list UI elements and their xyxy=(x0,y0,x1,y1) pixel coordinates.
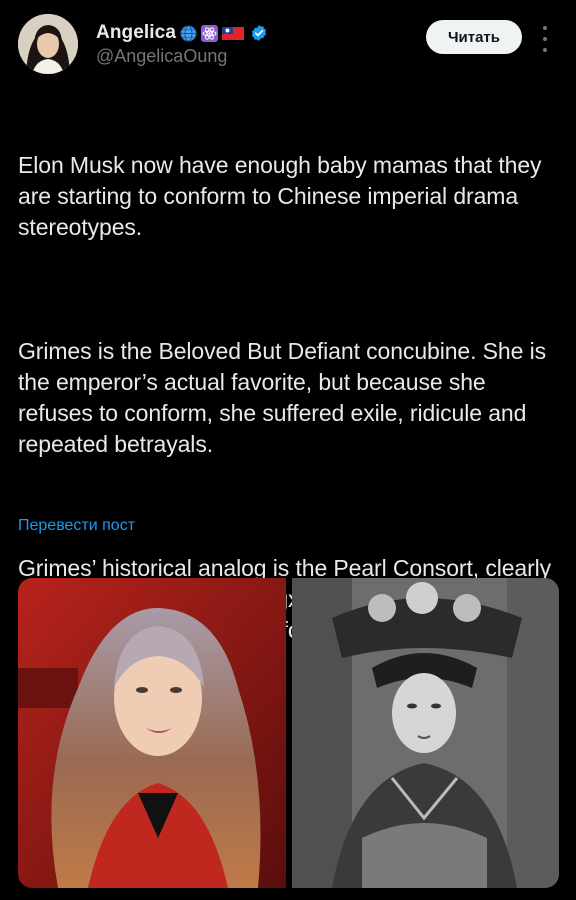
atom-icon xyxy=(201,24,218,42)
display-name[interactable]: Angelica xyxy=(96,22,176,44)
taiwan-flag-icon xyxy=(222,25,244,42)
tweet-media[interactable] xyxy=(18,578,559,888)
handle[interactable]: @AngelicaOung xyxy=(96,46,268,67)
tweet-paragraph: Grimes is the Beloved But Defiant concub… xyxy=(18,338,553,457)
more-options-icon[interactable] xyxy=(539,26,551,52)
globe-icon xyxy=(180,25,197,42)
tweet-paragraph: Elon Musk now have enough baby mamas tha… xyxy=(18,152,548,240)
translate-post-link[interactable]: Перевести пост xyxy=(18,517,135,535)
photo-pearl-consort[interactable] xyxy=(292,578,559,888)
verified-badge-icon[interactable] xyxy=(250,24,268,42)
tweet-header: Angelica @AngelicaOung Читать xyxy=(18,14,558,76)
photo-grimes[interactable] xyxy=(18,578,286,888)
follow-button[interactable]: Читать xyxy=(426,20,522,54)
avatar[interactable] xyxy=(18,14,78,74)
